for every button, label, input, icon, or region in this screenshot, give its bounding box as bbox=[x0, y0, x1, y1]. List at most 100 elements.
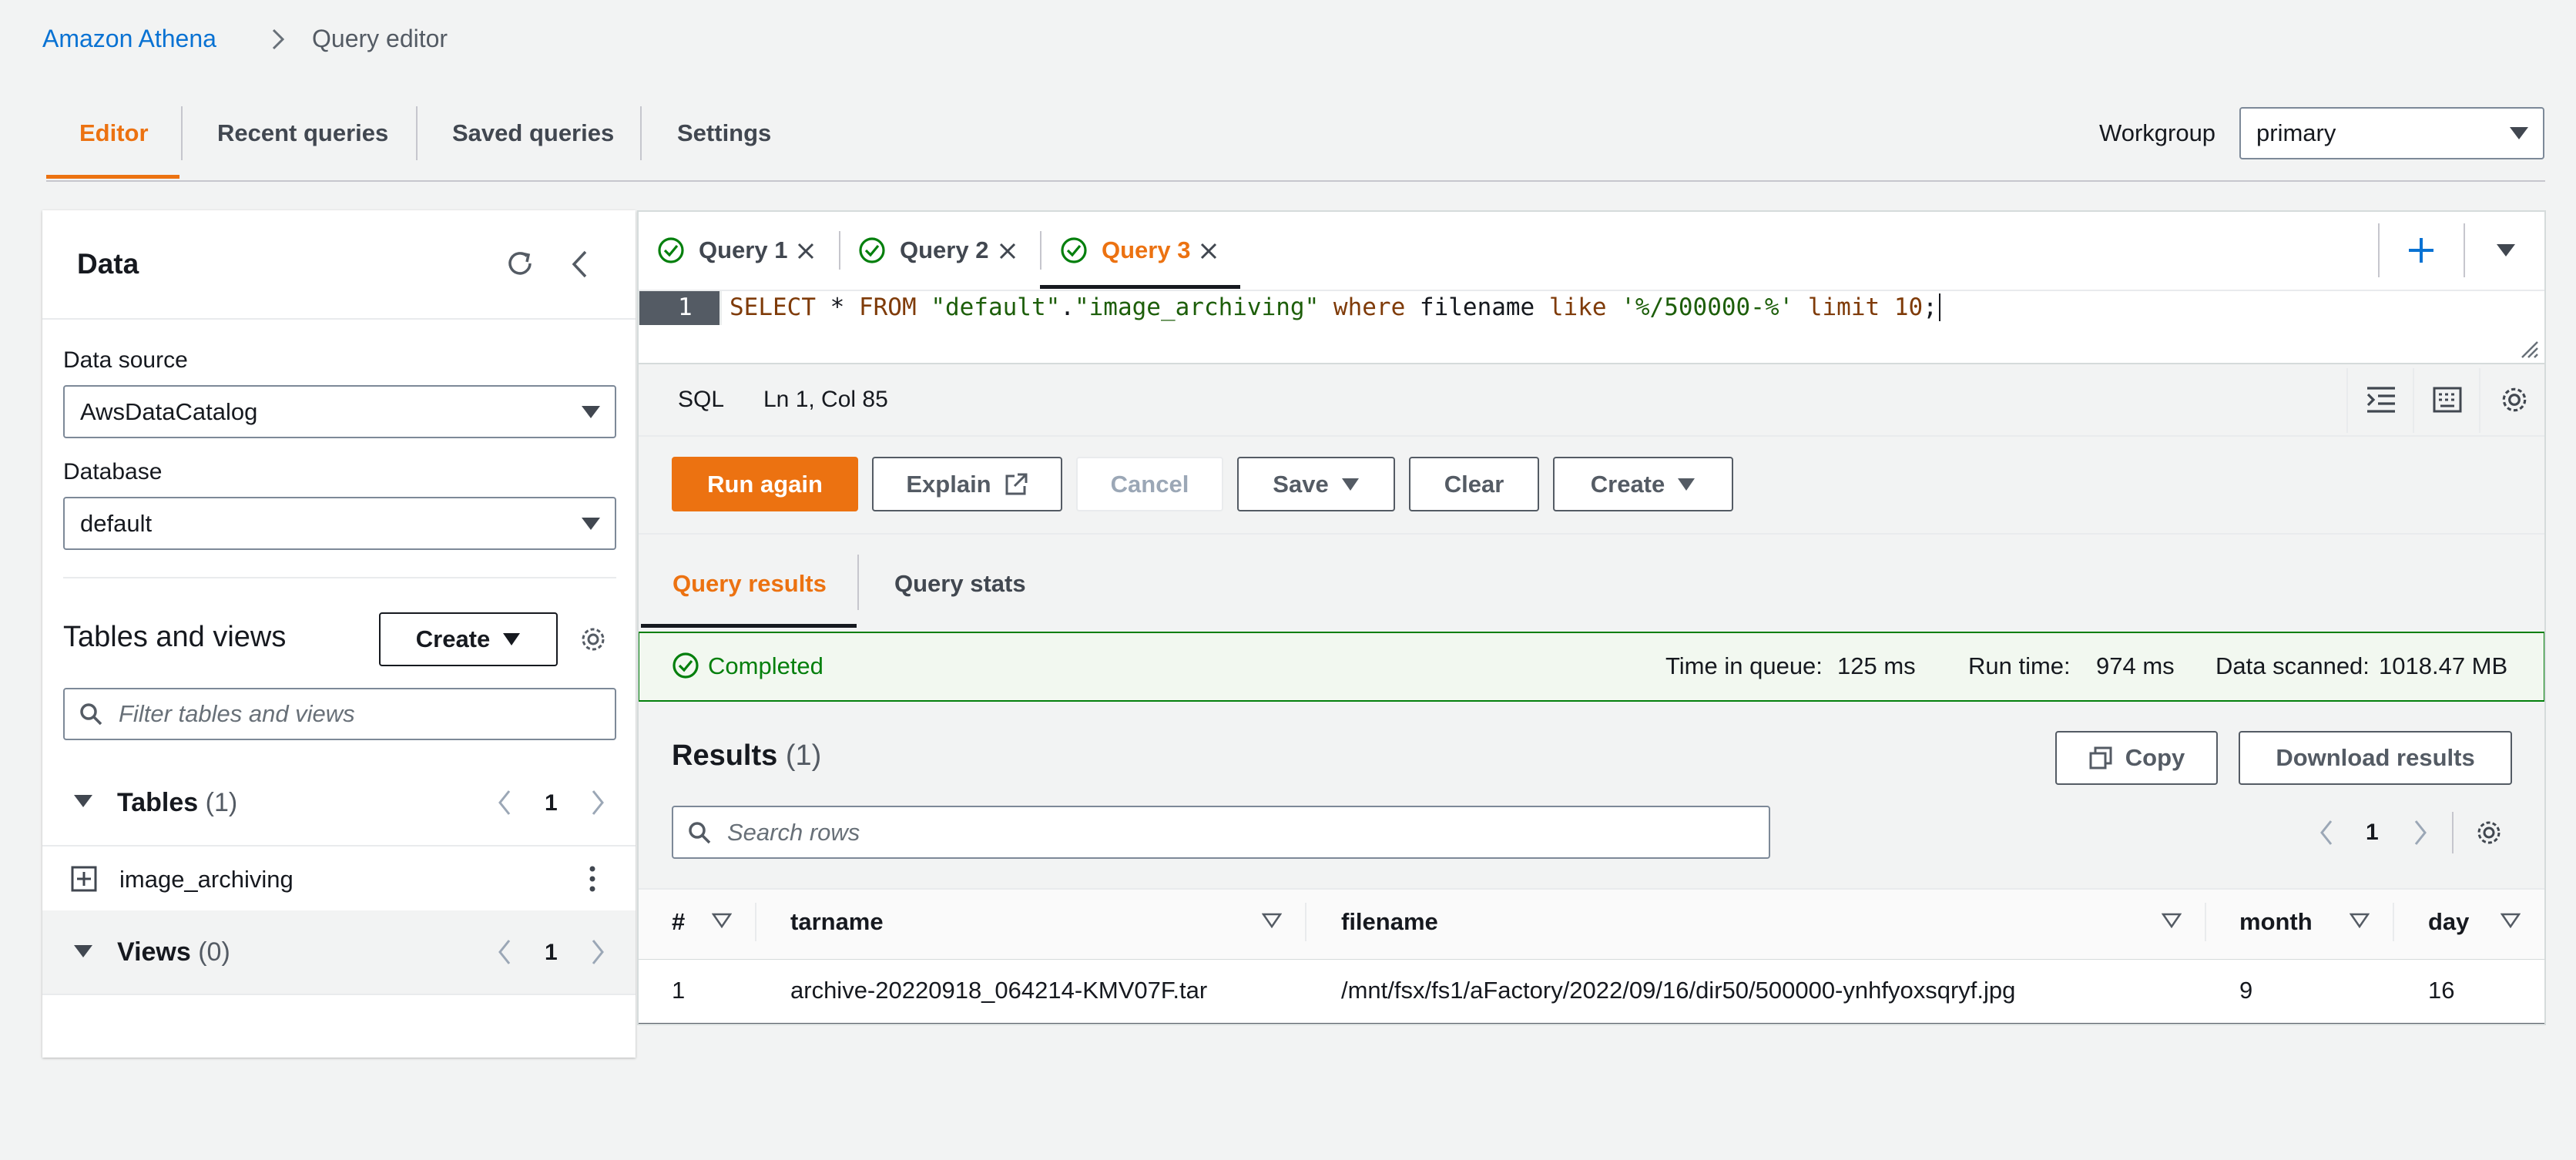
sort-filter-icon[interactable] bbox=[1262, 913, 1282, 928]
tab-settings[interactable]: Settings bbox=[677, 119, 771, 147]
sort-filter-icon[interactable] bbox=[712, 913, 732, 928]
download-label: Download results bbox=[2276, 744, 2475, 771]
breadcrumb-service-link[interactable]: Amazon Athena bbox=[42, 25, 216, 53]
refresh-icon[interactable] bbox=[505, 248, 535, 279]
caret-down-icon[interactable] bbox=[2496, 243, 2516, 257]
expand-plus-icon[interactable] bbox=[71, 866, 97, 892]
divider bbox=[2378, 223, 2380, 277]
chevron-right-icon bbox=[270, 28, 287, 51]
chevron-right-icon[interactable] bbox=[589, 789, 607, 816]
create-table-button[interactable]: Create bbox=[379, 612, 558, 666]
caret-down-icon bbox=[581, 405, 601, 419]
tables-header[interactable]: Tables (1) bbox=[117, 788, 237, 818]
divider bbox=[2346, 368, 2348, 433]
data-source-select[interactable]: AwsDataCatalog bbox=[63, 385, 616, 438]
tables-page-number[interactable]: 1 bbox=[545, 790, 558, 816]
divider bbox=[2205, 903, 2206, 941]
line-number: 1 bbox=[678, 293, 693, 321]
divider bbox=[2393, 903, 2394, 941]
search-placeholder: Search rows bbox=[727, 818, 860, 846]
add-query-plus-icon[interactable] bbox=[2407, 236, 2436, 265]
cell-day: 16 bbox=[2428, 977, 2455, 1004]
views-header[interactable]: Views (0) bbox=[117, 937, 230, 967]
collapse-chevron-left-icon[interactable] bbox=[569, 250, 592, 279]
views-page-number[interactable]: 1 bbox=[545, 940, 558, 966]
column-header-tarname[interactable]: tarname bbox=[790, 908, 884, 936]
download-results-button[interactable]: Download results bbox=[2239, 731, 2512, 785]
database-value: default bbox=[80, 509, 153, 537]
tables-count: (1) bbox=[205, 788, 238, 817]
data-source-value: AwsDataCatalog bbox=[80, 397, 258, 425]
cancel-label: Cancel bbox=[1110, 470, 1189, 498]
workgroup-value: primary bbox=[2256, 119, 2336, 146]
query-tab-1[interactable]: Query 1 bbox=[699, 236, 787, 264]
chevron-left-icon[interactable] bbox=[495, 938, 514, 966]
divider bbox=[181, 106, 183, 160]
search-icon bbox=[79, 702, 103, 726]
tab-query-stats[interactable]: Query stats bbox=[894, 570, 1026, 598]
create-label: Create bbox=[415, 625, 491, 652]
caret-down-icon bbox=[1677, 478, 1696, 491]
create-button[interactable]: Create bbox=[1553, 457, 1733, 511]
column-header-filename[interactable]: filename bbox=[1341, 908, 1438, 936]
create-label: Create bbox=[1590, 470, 1665, 498]
sql-token: '%/500000-%' bbox=[1621, 293, 1794, 321]
keyboard-icon[interactable] bbox=[2433, 385, 2462, 414]
chevron-right-icon[interactable] bbox=[2411, 819, 2430, 847]
divider bbox=[42, 845, 636, 847]
explain-button[interactable]: Explain bbox=[872, 457, 1062, 511]
workgroup-select[interactable]: primary bbox=[2239, 107, 2544, 159]
caret-down-icon bbox=[581, 517, 601, 531]
search-rows-input[interactable]: Search rows bbox=[672, 806, 1770, 859]
chevron-right-icon[interactable] bbox=[589, 938, 607, 966]
external-link-icon bbox=[1004, 472, 1028, 497]
divider bbox=[2479, 368, 2480, 433]
table-settings-gear-icon[interactable] bbox=[2475, 819, 2503, 847]
caret-down-icon[interactable] bbox=[73, 793, 93, 809]
sort-filter-icon[interactable] bbox=[2162, 913, 2182, 928]
sql-code-line[interactable]: SELECT * FROM "default"."image_archiving… bbox=[730, 293, 1940, 321]
check-circle-icon bbox=[672, 652, 699, 679]
sort-filter-icon[interactable] bbox=[2350, 913, 2370, 928]
sort-filter-icon[interactable] bbox=[2501, 913, 2521, 928]
resize-handle-icon[interactable] bbox=[2519, 339, 2539, 359]
close-icon[interactable] bbox=[998, 242, 1017, 260]
filter-tables-input[interactable]: Filter tables and views bbox=[63, 688, 616, 740]
chevron-left-icon[interactable] bbox=[2317, 819, 2336, 847]
tab-query-results[interactable]: Query results bbox=[673, 570, 827, 598]
chevron-left-icon[interactable] bbox=[495, 789, 514, 816]
tab-recent-queries[interactable]: Recent queries bbox=[217, 119, 388, 147]
run-again-button[interactable]: Run again bbox=[672, 457, 858, 511]
divider bbox=[416, 106, 418, 160]
workgroup-label: Workgroup bbox=[2099, 119, 2216, 146]
more-vertical-icon[interactable] bbox=[588, 864, 597, 893]
close-icon[interactable] bbox=[797, 242, 815, 260]
query-tab-2[interactable]: Query 2 bbox=[900, 236, 988, 264]
tab-editor[interactable]: Editor bbox=[79, 119, 149, 147]
copy-button[interactable]: Copy bbox=[2055, 731, 2218, 785]
table-item-image-archiving[interactable]: image_archiving bbox=[119, 866, 293, 893]
results-page-number[interactable]: 1 bbox=[2366, 820, 2379, 846]
format-indent-icon[interactable] bbox=[2366, 385, 2397, 414]
database-select[interactable]: default bbox=[63, 497, 616, 550]
column-header-day[interactable]: day bbox=[2428, 908, 2469, 936]
clear-button[interactable]: Clear bbox=[1409, 457, 1539, 511]
sql-token: ; bbox=[1923, 293, 1937, 321]
save-button[interactable]: Save bbox=[1237, 457, 1395, 511]
caret-down-icon[interactable] bbox=[73, 944, 93, 959]
tab-saved-queries[interactable]: Saved queries bbox=[452, 119, 614, 147]
close-icon[interactable] bbox=[1199, 242, 1218, 260]
time-in-queue-label: Time in queue: bbox=[1665, 652, 1823, 679]
status-state: Completed bbox=[708, 652, 823, 679]
cell-month: 9 bbox=[2239, 977, 2253, 1004]
cancel-button[interactable]: Cancel bbox=[1076, 457, 1223, 511]
sql-token: where bbox=[1333, 293, 1406, 321]
check-circle-icon bbox=[858, 236, 886, 264]
gear-icon[interactable] bbox=[579, 625, 607, 653]
column-header-month[interactable]: month bbox=[2239, 908, 2313, 936]
settings-gear-icon[interactable] bbox=[2500, 385, 2529, 414]
query-tab-3[interactable]: Query 3 bbox=[1102, 236, 1190, 264]
